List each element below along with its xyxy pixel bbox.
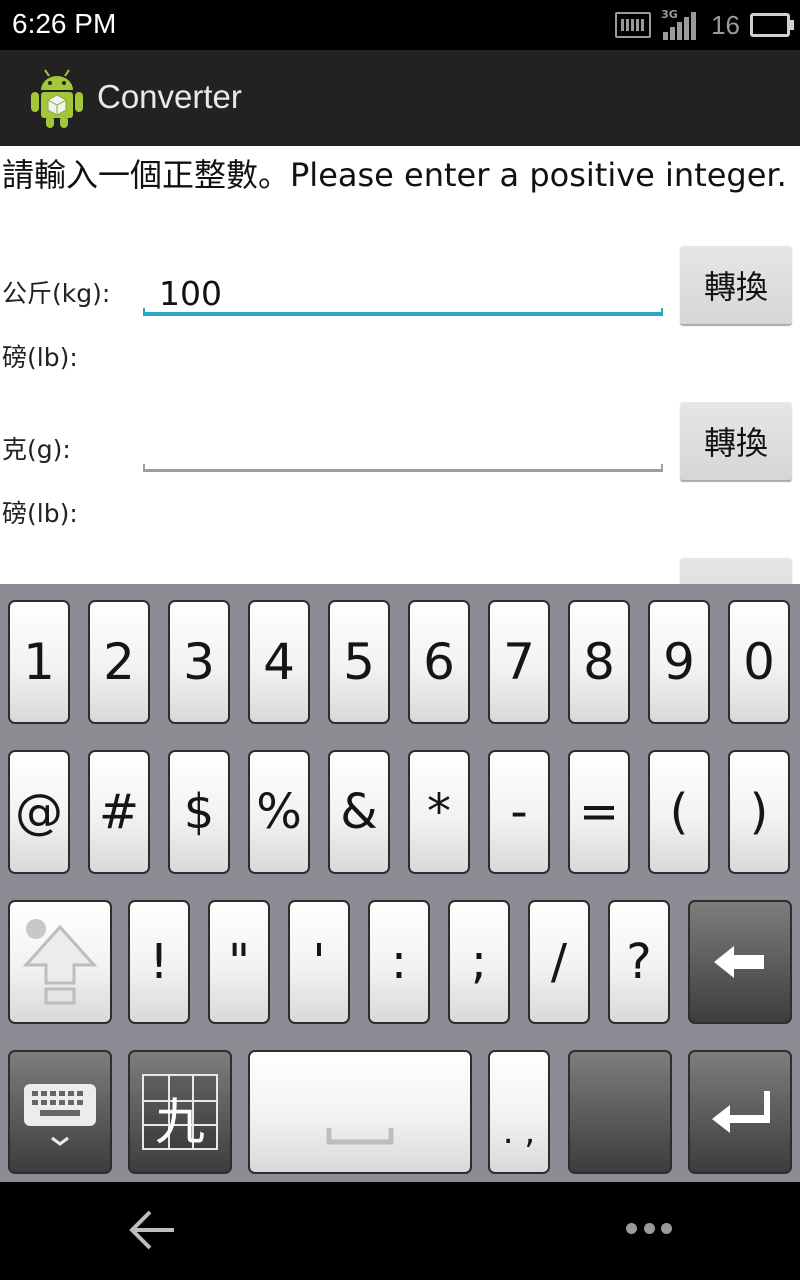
handwriting-grid-icon: 九: [142, 1074, 218, 1151]
period-comma-label: . ,: [502, 1112, 536, 1152]
key-3[interactable]: 3: [168, 600, 230, 724]
key-8[interactable]: 8: [568, 600, 630, 724]
convert-g-button[interactable]: 轉換: [680, 402, 792, 480]
signal-icon: 3G: [661, 8, 701, 40]
key-close-paren[interactable]: ): [728, 750, 790, 874]
status-bar: 6:26 PM 3G 16: [0, 0, 800, 50]
instructions-text: 請輸入一個正整數。Please enter a positive integer…: [2, 156, 787, 194]
key-question[interactable]: ?: [608, 900, 670, 1024]
lb-result-label-1: 磅(lb):: [2, 343, 78, 372]
keyboard-indicator-icon: [615, 12, 652, 38]
shift-key[interactable]: [8, 900, 112, 1024]
status-icons: 3G 16: [615, 8, 794, 41]
navigation-bar: [0, 1182, 800, 1280]
key-slash[interactable]: /: [528, 900, 590, 1024]
key-4[interactable]: 4: [248, 600, 310, 724]
key-7[interactable]: 7: [488, 600, 550, 724]
key-double-quote[interactable]: ": [208, 900, 270, 1024]
app-title: Converter: [97, 78, 242, 115]
backspace-arrow-icon: [714, 946, 764, 978]
key-9[interactable]: 9: [648, 600, 710, 724]
battery-percent: 16: [711, 9, 740, 40]
period-comma-key[interactable]: . ,: [488, 1050, 550, 1174]
key-minus[interactable]: -: [488, 750, 550, 874]
enter-key[interactable]: [688, 1050, 792, 1174]
key-ampersand[interactable]: &: [328, 750, 390, 874]
action-bar: Converter: [0, 50, 800, 146]
convert-button-partial[interactable]: [680, 558, 792, 584]
converter-form: 請輸入一個正整數。Please enter a positive integer…: [0, 146, 800, 584]
handwriting-char: 九: [155, 1093, 205, 1151]
key-dollar[interactable]: $: [168, 750, 230, 874]
key-6[interactable]: 6: [408, 600, 470, 724]
soft-keyboard: 1 2 3 4 5 6 7 8 9 0 @ # $ % & * - = ( ) …: [0, 584, 800, 1182]
keyboard-switch-icon: [24, 1084, 96, 1146]
key-at[interactable]: @: [8, 750, 70, 874]
key-asterisk[interactable]: *: [408, 750, 470, 874]
key-percent[interactable]: %: [248, 750, 310, 874]
shift-arrow-icon: [22, 919, 98, 1005]
key-exclamation[interactable]: !: [128, 900, 190, 1024]
keyboard-switch-key[interactable]: [8, 1050, 112, 1174]
backspace-key[interactable]: [688, 900, 792, 1024]
kg-input[interactable]: 100: [143, 274, 663, 316]
key-equals[interactable]: =: [568, 750, 630, 874]
overflow-menu-icon[interactable]: [626, 1223, 672, 1237]
key-2[interactable]: 2: [88, 600, 150, 724]
key-colon[interactable]: :: [368, 900, 430, 1024]
key-semicolon[interactable]: ;: [448, 900, 510, 1024]
g-label: 克(g):: [2, 435, 71, 464]
enter-arrow-icon: [712, 1091, 770, 1133]
handwriting-key[interactable]: 九: [128, 1050, 232, 1174]
key-single-quote[interactable]: ': [288, 900, 350, 1024]
status-time: 6:26 PM: [12, 8, 117, 39]
g-input[interactable]: [143, 432, 663, 472]
kg-input-value: 100: [159, 274, 222, 313]
battery-icon: [750, 13, 794, 37]
key-open-paren[interactable]: (: [648, 750, 710, 874]
key-5[interactable]: 5: [328, 600, 390, 724]
key-1[interactable]: 1: [8, 600, 70, 724]
back-arrow-icon[interactable]: [128, 1208, 178, 1252]
key-hash[interactable]: #: [88, 750, 150, 874]
space-bar[interactable]: [248, 1050, 472, 1174]
key-0[interactable]: 0: [728, 600, 790, 724]
blank-function-key[interactable]: [568, 1050, 672, 1174]
space-bar-icon: [326, 1128, 394, 1145]
lb-result-label-2: 磅(lb):: [2, 499, 78, 528]
kg-label: 公斤(kg):: [2, 279, 111, 308]
convert-kg-button[interactable]: 轉換: [680, 246, 792, 324]
android-robot-icon: [31, 69, 83, 128]
